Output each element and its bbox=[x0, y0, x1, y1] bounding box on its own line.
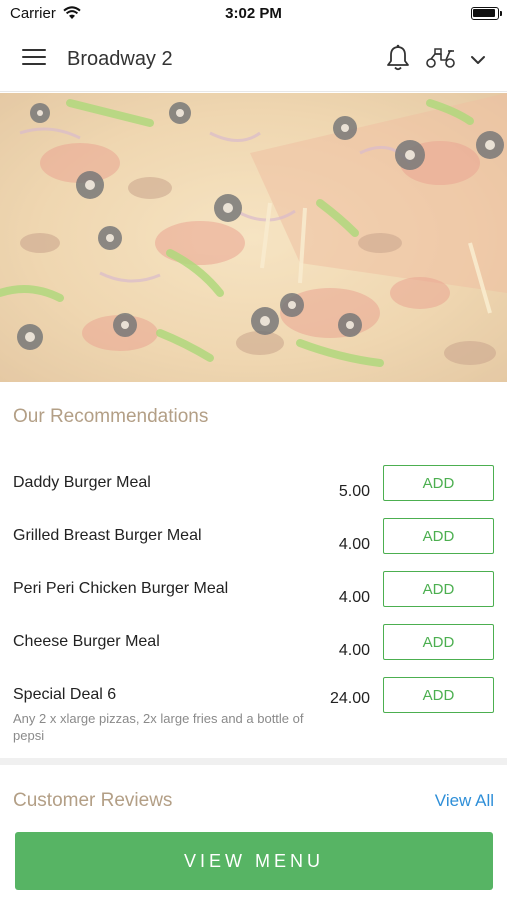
add-button[interactable]: ADD bbox=[383, 677, 494, 713]
menu-item-price: 24.00 bbox=[329, 690, 370, 707]
view-all-reviews-link[interactable]: View All bbox=[435, 791, 494, 811]
add-button[interactable]: ADD bbox=[383, 571, 494, 607]
app-header: Broadway 2 bbox=[0, 28, 507, 92]
add-button[interactable]: ADD bbox=[383, 465, 494, 501]
add-button[interactable]: ADD bbox=[383, 518, 494, 554]
battery-icon bbox=[471, 7, 502, 20]
scooter-icon[interactable] bbox=[425, 47, 457, 74]
menu-item-description: Any 2 x xlarge pizzas, 2x large fries an… bbox=[13, 711, 304, 743]
bell-icon[interactable] bbox=[385, 44, 411, 77]
menu-item-name: Special Deal 6 bbox=[13, 686, 117, 703]
menu-item-price: 4.00 bbox=[338, 536, 370, 553]
hamburger-menu-icon[interactable] bbox=[22, 49, 46, 69]
reviews-title: Customer Reviews bbox=[13, 790, 173, 811]
hero-pizza-image bbox=[0, 93, 507, 382]
section-divider bbox=[0, 758, 507, 765]
clock-label: 3:02 PM bbox=[225, 5, 282, 22]
menu-item-price: 5.00 bbox=[338, 483, 370, 500]
pizza-illustration bbox=[0, 93, 507, 382]
menu-item-price: 4.00 bbox=[338, 589, 370, 606]
recommendations-title: Our Recommendations bbox=[13, 406, 209, 427]
view-menu-button[interactable]: VIEW MENU bbox=[15, 832, 493, 890]
chevron-down-icon[interactable] bbox=[470, 52, 486, 70]
menu-item-name: Grilled Breast Burger Meal bbox=[13, 527, 202, 544]
menu-item-name: Cheese Burger Meal bbox=[13, 633, 160, 650]
menu-item-price: 4.00 bbox=[338, 642, 370, 659]
menu-item-name: Daddy Burger Meal bbox=[13, 474, 151, 491]
page-title: Broadway 2 bbox=[67, 48, 173, 70]
add-button[interactable]: ADD bbox=[383, 624, 494, 660]
menu-item-name: Peri Peri Chicken Burger Meal bbox=[13, 580, 229, 597]
status-bar: Carrier 3:02 PM bbox=[0, 0, 507, 28]
